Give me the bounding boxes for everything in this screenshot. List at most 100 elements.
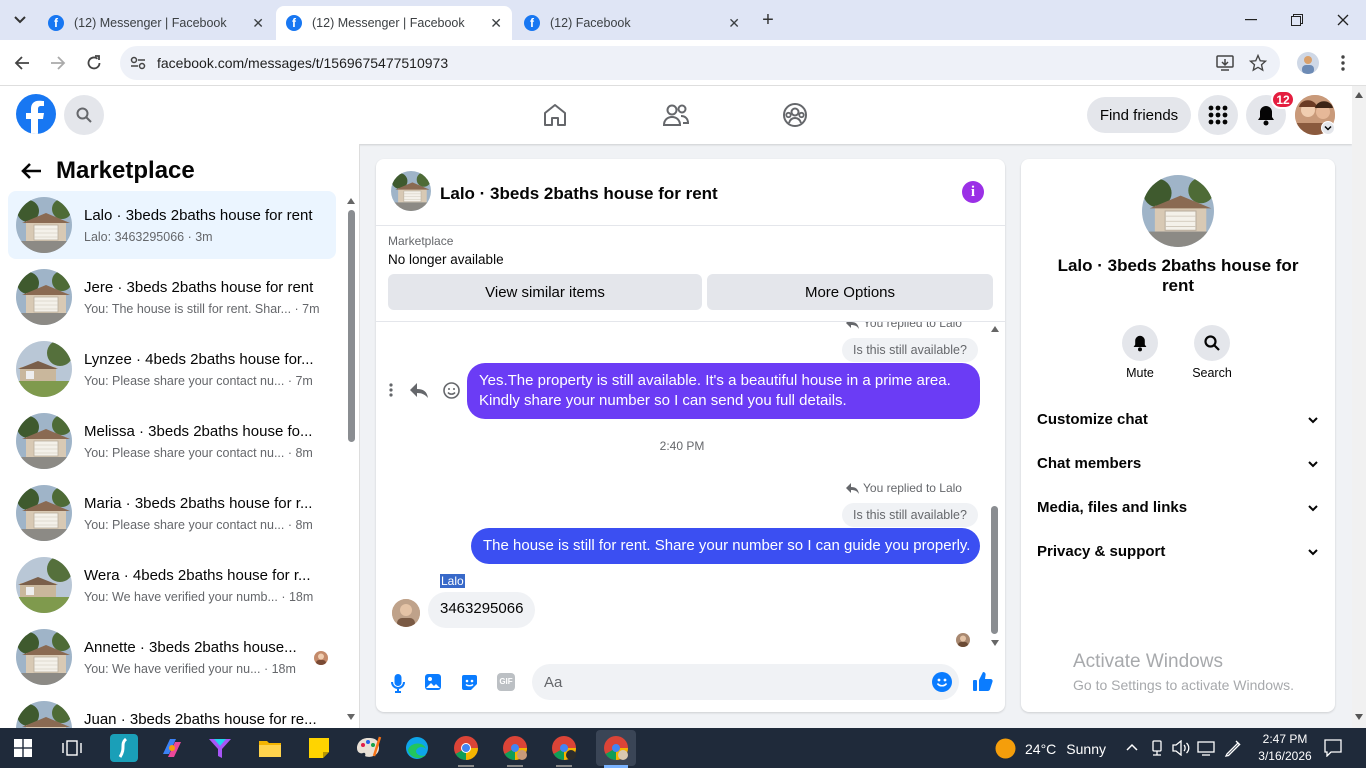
more-vertical-icon[interactable] <box>388 382 394 398</box>
details-section-customize-chat[interactable]: Customize chat <box>1037 411 1319 428</box>
emoji-icon[interactable] <box>932 672 952 692</box>
network-device-icon[interactable] <box>1150 740 1164 756</box>
chat-scroll-thumb[interactable] <box>991 506 998 634</box>
minimize-button[interactable] <box>1228 0 1274 40</box>
more-options-button[interactable]: More Options <box>707 274 993 310</box>
chat-scrollbar[interactable] <box>988 322 1002 652</box>
taskbar-app-chrome-2[interactable] <box>501 734 529 762</box>
react-emoji-icon[interactable] <box>443 381 460 399</box>
chat-header[interactable]: Lalo · 3beds 2baths house for rent i <box>376 159 1005 225</box>
url-text[interactable]: facebook.com/messages/t/1569675477510973 <box>157 55 448 71</box>
conversation-item[interactable]: Lynzee · 4beds 2baths house for... You: P… <box>8 335 336 403</box>
find-friends-button[interactable]: Find friends <box>1087 97 1191 133</box>
menu-button[interactable] <box>1198 95 1238 135</box>
browser-tab-1[interactable]: f (12) Messenger | Facebook ✕ <box>38 6 274 40</box>
restore-button[interactable] <box>1274 0 1320 40</box>
microphone-icon[interactable] <box>390 673 406 693</box>
taskbar-app-chrome-3[interactable] <box>550 734 578 762</box>
chat-title[interactable]: Lalo · 3beds 2baths house for rent <box>440 184 718 204</box>
details-section-chat-members[interactable]: Chat members <box>1037 455 1319 472</box>
gif-button[interactable]: GIF <box>497 673 515 691</box>
taskbar-app-chrome-active[interactable] <box>596 730 636 766</box>
taskbar-app-copilot[interactable] <box>158 734 186 762</box>
photo-icon[interactable] <box>424 673 442 691</box>
scroll-down-arrow-icon[interactable] <box>347 714 355 720</box>
reload-button[interactable] <box>81 50 107 76</box>
tab-search-button[interactable] <box>8 9 32 31</box>
conversation-item[interactable]: Juan · 3beds 2baths house for re... <box>8 695 336 728</box>
quoted-message-2[interactable]: Is this still available? <box>842 503 978 527</box>
reply-icon[interactable] <box>409 382 428 398</box>
scroll-up-arrow-icon[interactable] <box>991 326 999 332</box>
browser-tab-3[interactable]: f (12) Facebook ✕ <box>514 6 750 40</box>
list-scrollbar[interactable] <box>345 194 357 724</box>
conversation-info-button[interactable]: i <box>962 181 984 203</box>
browser-menu-button[interactable] <box>1336 54 1350 74</box>
account-chevron[interactable] <box>1321 121 1335 135</box>
conversation-item[interactable]: Wera · 4beds 2baths house for r... You: W… <box>8 551 336 619</box>
conversation-item[interactable]: Lalo · 3beds 2baths house for rent Lalo: … <box>8 191 336 259</box>
nav-friends[interactable] <box>662 102 690 128</box>
message-input[interactable]: Aa <box>532 664 959 700</box>
scroll-up-arrow-icon[interactable] <box>1355 92 1363 98</box>
outgoing-message-2[interactable]: The house is still for rent. Share your … <box>471 528 980 564</box>
new-tab-button[interactable]: + <box>756 8 780 32</box>
taskbar-app-sticky-notes[interactable] <box>305 734 333 762</box>
mute-button[interactable]: Mute <box>1117 325 1163 380</box>
chat-avatar[interactable] <box>391 171 431 211</box>
quoted-message-1[interactable]: Is this still available? <box>842 338 978 362</box>
back-arrow-button[interactable] <box>20 162 42 180</box>
chevron-up-icon[interactable] <box>1126 743 1138 751</box>
conversation-item[interactable]: Maria · 3beds 2baths house for r... You: … <box>8 479 336 547</box>
conversation-item[interactable]: Annette · 3beds 2baths house... You: We h… <box>8 623 336 691</box>
nav-groups[interactable] <box>782 102 808 128</box>
view-similar-items-button[interactable]: View similar items <box>388 274 702 310</box>
conversation-item[interactable]: Melissa · 3beds 2baths house fo... You: P… <box>8 407 336 475</box>
search-in-chat-button[interactable]: Search <box>1187 325 1237 380</box>
pen-input-icon[interactable] <box>1224 739 1242 757</box>
search-button[interactable] <box>64 95 104 135</box>
page-scrollbar[interactable] <box>1352 86 1366 728</box>
browser-tab-2[interactable]: f (12) Messenger | Facebook ✕ <box>276 6 512 40</box>
details-avatar[interactable] <box>1142 175 1214 247</box>
bookmark-star-icon[interactable] <box>1249 54 1267 72</box>
taskbar-app-chrome-1[interactable] <box>452 734 480 762</box>
details-section-media-files-and-links[interactable]: Media, files and links <box>1037 499 1319 516</box>
taskbar-app-paint[interactable] <box>354 734 382 762</box>
sticker-icon[interactable] <box>460 673 479 692</box>
windows-start-icon[interactable] <box>14 739 32 757</box>
close-window-button[interactable] <box>1320 0 1366 40</box>
taskbar-app-pen[interactable] <box>110 734 138 762</box>
outgoing-message-1[interactable]: Yes.The property is still available. It'… <box>467 363 980 419</box>
nav-home[interactable] <box>542 102 568 128</box>
tab-close-icon[interactable]: ✕ <box>728 15 740 32</box>
incoming-message[interactable]: 3463295066 <box>428 592 536 628</box>
wifi-display-icon[interactable] <box>1197 740 1215 756</box>
volume-icon[interactable] <box>1172 740 1190 756</box>
clock[interactable]: 2:47 PM 3/16/2026 <box>1253 731 1317 765</box>
scroll-down-arrow-icon[interactable] <box>991 640 999 646</box>
weather-widget[interactable]: 24°C Sunny <box>995 738 1106 759</box>
tab-close-icon[interactable]: ✕ <box>490 15 502 32</box>
site-settings-icon[interactable] <box>130 56 146 70</box>
tab-close-icon[interactable]: ✕ <box>252 15 264 32</box>
profile-avatar[interactable] <box>1297 52 1319 74</box>
mute-circle[interactable] <box>1122 325 1158 361</box>
back-button[interactable] <box>9 50 35 76</box>
task-view-icon[interactable] <box>62 739 82 757</box>
search-circle[interactable] <box>1194 325 1230 361</box>
taskbar-app-filter[interactable] <box>206 734 234 762</box>
notification-center-icon[interactable] <box>1324 739 1342 757</box>
thumbs-up-icon[interactable] <box>972 671 993 692</box>
conversation-item[interactable]: Jere · 3beds 2baths house for rent You: T… <box>8 263 336 331</box>
facebook-logo[interactable] <box>16 94 56 134</box>
address-bar[interactable]: facebook.com/messages/t/1569675477510973 <box>120 46 1280 80</box>
details-section-privacy-support[interactable]: Privacy & support <box>1037 543 1319 560</box>
taskbar-app-file-explorer[interactable] <box>256 734 284 762</box>
taskbar-app-edge[interactable] <box>403 734 431 762</box>
scroll-up-arrow-icon[interactable] <box>347 198 355 204</box>
install-app-icon[interactable] <box>1216 54 1234 72</box>
list-scroll-thumb[interactable] <box>348 210 355 442</box>
forward-button[interactable] <box>45 50 71 76</box>
sender-avatar[interactable] <box>392 599 420 627</box>
